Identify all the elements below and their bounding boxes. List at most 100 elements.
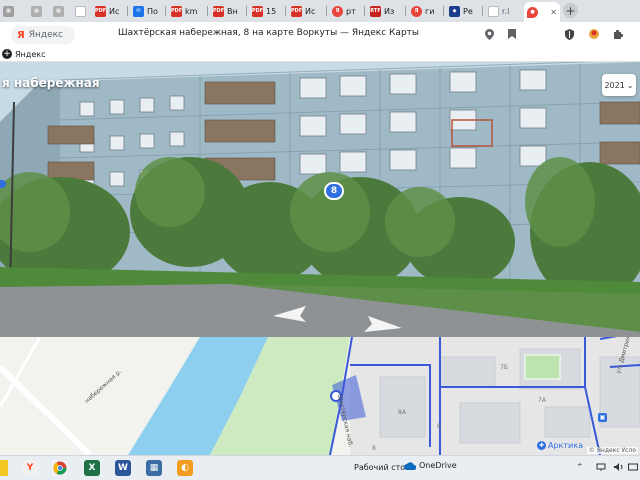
street-panorama[interactable]: я набережная 2021 ⌄ 8	[0, 62, 640, 337]
panorama-year-select[interactable]: 2021 ⌄	[602, 74, 636, 96]
onedrive-item[interactable]: OneDrive	[404, 461, 457, 470]
bus-stop-icon[interactable]: ▣	[598, 413, 607, 422]
yandex-browser-icon[interactable]: Y	[22, 460, 38, 476]
grid-icon: ▦	[3, 5, 14, 17]
keyboard-icon[interactable]	[628, 463, 638, 474]
extension-puzzle-icon[interactable]	[612, 28, 624, 40]
browser-tab[interactable]: ✉ По	[130, 2, 161, 20]
panorama-year-label: 2021	[604, 80, 625, 90]
browser-tab[interactable]: PDF Иc	[288, 2, 318, 20]
extension-mascot-icon[interactable]	[588, 28, 600, 40]
calculator-icon[interactable]: ▦	[146, 460, 162, 476]
browser-tab[interactable]: Я рт	[329, 2, 359, 20]
close-icon[interactable]: ✕	[550, 8, 557, 17]
browser-tab[interactable]: PDF Иc	[92, 2, 122, 20]
pdf-icon: PDF	[291, 5, 302, 17]
browser-toolbar: Я Яндекс Шахтёрская набережная, 8 на кар…	[0, 22, 640, 48]
map-house-label: 8А	[398, 409, 406, 416]
tab-separator	[405, 6, 406, 16]
bookmark-yandex[interactable]: + Яндекс	[2, 49, 45, 59]
add-bookmark-icon: +	[2, 48, 12, 59]
search-icon: Я	[332, 5, 343, 17]
maps-pin-icon: ●	[527, 6, 538, 18]
extension-shield-icon[interactable]	[563, 28, 575, 40]
tab-label: km	[185, 6, 198, 16]
desktop-toolbar-label[interactable]: Рабочий стол	[354, 463, 410, 472]
pdf-icon: PDF	[252, 5, 263, 17]
search-icon: Я	[411, 5, 422, 17]
paint-icon[interactable]: ◐	[177, 460, 193, 476]
tab-separator	[165, 6, 166, 16]
tab-label: r.l	[502, 6, 510, 16]
browser-tab[interactable]: r.l	[485, 2, 512, 20]
grid-icon: ▦	[31, 5, 42, 17]
browser-tab-strip: ▦ ▦ ▦ PDF Иc ✉ По PDF km PDF Вн PDF 15 P…	[0, 0, 640, 22]
folder-icon[interactable]	[0, 460, 8, 476]
new-tab-button[interactable]: +	[563, 3, 578, 18]
browser-tab[interactable]: RTF Из	[367, 2, 397, 20]
chrome-icon[interactable]	[52, 460, 68, 476]
location-pin-icon[interactable]	[483, 28, 495, 40]
browser-tab[interactable]: ◆ Ре	[446, 2, 476, 20]
bookmark-label: Яндекс	[15, 49, 46, 59]
browser-tab[interactable]: PDF km	[168, 2, 200, 20]
browser-tab[interactable]: ▦	[50, 2, 67, 20]
grid-icon: ▦	[53, 5, 64, 17]
browser-tab-active[interactable]: ● ✕	[524, 2, 560, 22]
tab-separator	[127, 6, 128, 16]
tab-separator	[246, 6, 247, 16]
tab-separator	[482, 6, 483, 16]
map-house-label: 8	[372, 445, 376, 452]
pdf-icon: PDF	[213, 5, 224, 17]
map-poi[interactable]: ✚ Арктика	[537, 441, 583, 450]
yandex-logo-icon: Я	[17, 29, 25, 41]
map-poi-label: Арктика	[548, 441, 583, 450]
windows-taskbar: Y X W ▦ ◐ Рабочий стол OneDrive ⌃	[0, 455, 640, 480]
tab-label: 15	[266, 6, 277, 16]
onedrive-cloud-icon	[404, 461, 416, 470]
word-icon[interactable]: W	[115, 460, 131, 476]
tab-separator	[364, 6, 365, 16]
pdf-icon: PDF	[95, 5, 106, 17]
tab-label: рт	[346, 6, 356, 16]
map-house-label: 7А	[538, 397, 546, 404]
pdf-icon: PDF	[171, 5, 182, 17]
tab-label: По	[147, 6, 158, 16]
browser-tab[interactable]	[72, 2, 89, 20]
bookmark-icon[interactable]	[506, 28, 518, 40]
rtf-icon: RTF	[370, 5, 381, 17]
street-title: я набережная	[2, 76, 100, 90]
shield-icon: ◆	[449, 5, 460, 17]
browser-tab[interactable]: PDF 15	[249, 2, 279, 20]
tab-label: Иc	[109, 6, 120, 16]
onedrive-label: OneDrive	[419, 461, 457, 470]
bookmarks-bar: + Яндекс	[0, 48, 640, 62]
tab-separator	[207, 6, 208, 16]
panorama-image	[0, 62, 640, 337]
tab-label: Вн	[227, 6, 238, 16]
map-house-label: 8	[437, 423, 441, 430]
browser-tab[interactable]: Я ги	[408, 2, 437, 20]
map-house-label: 7Б	[500, 364, 508, 371]
excel-icon[interactable]: X	[84, 460, 100, 476]
tab-separator	[326, 6, 327, 16]
address-bar-logo[interactable]: Я Яндекс	[11, 26, 75, 44]
volume-icon[interactable]	[614, 463, 624, 474]
browser-tab[interactable]: PDF Вн	[210, 2, 241, 20]
tab-label: ги	[425, 6, 435, 16]
tab-separator	[443, 6, 444, 16]
tab-label: Ре	[463, 6, 473, 16]
page-icon	[488, 5, 499, 17]
browser-tab[interactable]: ▦	[28, 2, 45, 20]
address-logo-text: Яндекс	[28, 30, 63, 40]
browser-tab[interactable]: ▦	[0, 2, 17, 20]
address-bar-title[interactable]: Шахтёрская набережная, 8 на карте Воркут…	[118, 28, 419, 38]
mail-icon: ✉	[133, 5, 144, 17]
network-icon[interactable]	[596, 463, 606, 474]
map-view[interactable]: набережная р. Шахтёрская наб. ул. Дмитри…	[0, 337, 640, 455]
house-number-badge[interactable]: 8	[324, 182, 344, 200]
chevron-up-icon[interactable]: ⌃	[576, 463, 584, 473]
tab-label: Иc	[305, 6, 316, 16]
tab-separator	[285, 6, 286, 16]
map-attribution[interactable]: © Яндекс Усло	[586, 447, 638, 454]
